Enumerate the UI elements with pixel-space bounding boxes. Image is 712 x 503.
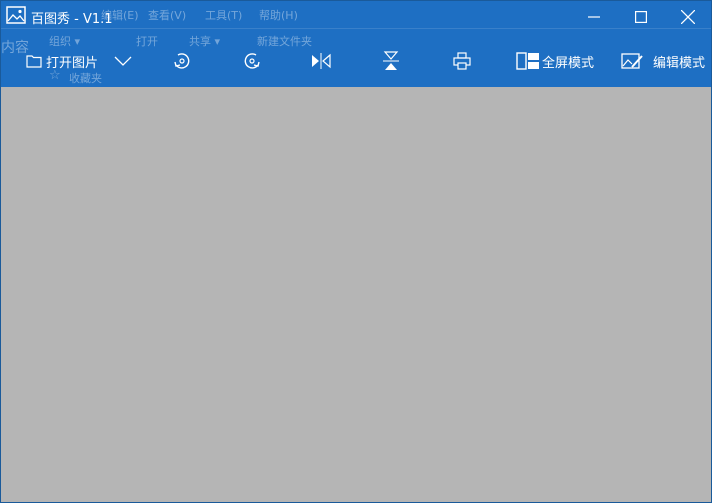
flip-horizontal-icon (312, 53, 331, 69)
window-title: 百图秀 - V1.1 (31, 12, 113, 27)
open-image-label: 打开图片 (46, 55, 99, 71)
app-window: 编辑(E) 查看(V) 工具(T) 帮助(H) 组织 ▾ 打开 共享 ▾ 新建文… (0, 0, 712, 503)
title-bar: 百图秀 - V1.1 (1, 1, 711, 33)
rotate-left-button[interactable] (172, 41, 192, 81)
open-image-button[interactable]: 打开图片 (26, 41, 98, 81)
top-bar: 编辑(E) 查看(V) 工具(T) 帮助(H) 组织 ▾ 打开 共享 ▾ 新建文… (1, 1, 711, 87)
flip-horizontal-button[interactable] (311, 41, 331, 81)
rotate-right-button[interactable] (242, 41, 262, 81)
folder-icon (26, 55, 42, 68)
print-button[interactable] (453, 41, 471, 81)
printer-icon (453, 52, 471, 70)
fullscreen-button[interactable]: 全屏模式 (516, 41, 594, 81)
edit-mode-button[interactable]: 编辑模式 (621, 41, 705, 81)
app-image-icon (6, 6, 26, 24)
minimize-button[interactable] (571, 1, 617, 33)
minimize-icon (588, 16, 600, 18)
maximize-icon (635, 11, 647, 23)
flip-vertical-icon (383, 51, 399, 70)
edit-mode-label: 编辑模式 (653, 55, 706, 71)
fullscreen-icon (516, 52, 539, 70)
edit-image-icon (621, 53, 643, 69)
close-icon (681, 10, 695, 24)
rotate-left-icon (174, 53, 190, 69)
maximize-button[interactable] (618, 1, 664, 33)
fullscreen-label: 全屏模式 (542, 55, 595, 71)
toolbar: 打开图片 全屏模式 编辑模式 (1, 41, 711, 81)
image-canvas[interactable] (1, 87, 711, 502)
open-dropdown-button[interactable] (114, 41, 132, 81)
flip-vertical-button[interactable] (383, 41, 399, 81)
rotate-right-icon (244, 53, 260, 69)
close-button[interactable] (665, 1, 711, 33)
chevron-down-icon (114, 56, 132, 66)
